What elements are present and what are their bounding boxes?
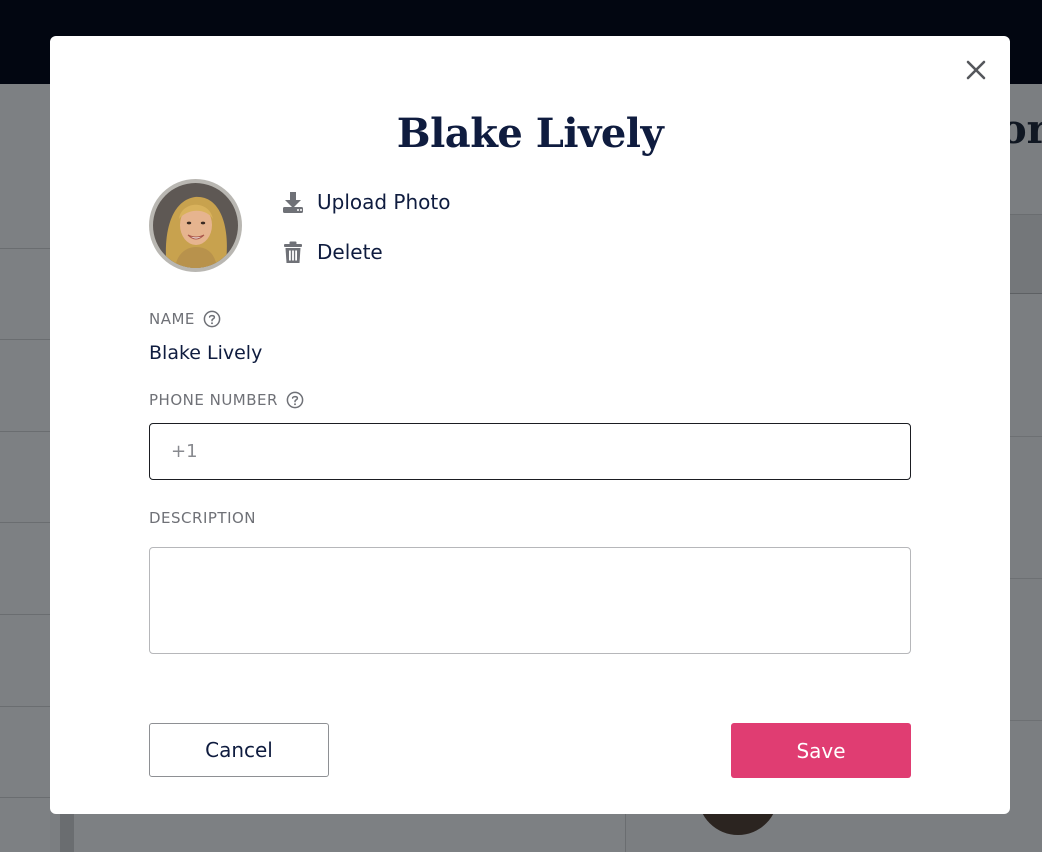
cancel-button[interactable]: Cancel: [149, 723, 329, 777]
app-right-list: [1010, 84, 1042, 852]
description-label-text: DESCRIPTION: [149, 509, 257, 527]
contact-avatar: [149, 179, 242, 272]
description-field-label: DESCRIPTION: [149, 509, 256, 527]
description-input[interactable]: [149, 547, 911, 654]
upload-photo-label: Upload Photo: [317, 190, 451, 214]
avatar-photo: [153, 183, 238, 268]
phone-label-text: PHONE NUMBER: [149, 391, 278, 409]
name-label-text: NAME: [149, 310, 195, 328]
app-bottom-panel: [60, 814, 626, 852]
phone-number-input[interactable]: [149, 423, 911, 480]
delete-photo-button[interactable]: Delete: [281, 240, 383, 264]
app-left-list: [0, 84, 50, 852]
upload-photo-button[interactable]: Upload Photo: [281, 190, 451, 214]
question-circle-icon[interactable]: [286, 391, 304, 409]
edit-contact-modal: Blake Lively Upload Photo Delete NAME Bl…: [50, 36, 1010, 814]
delete-photo-label: Delete: [317, 240, 383, 264]
phone-field-label: PHONE NUMBER: [149, 391, 304, 409]
modal-title: Blake Lively: [396, 110, 664, 157]
save-button[interactable]: Save: [731, 723, 911, 778]
question-circle-icon[interactable]: [203, 310, 221, 328]
close-button[interactable]: [962, 56, 990, 84]
close-icon: [966, 60, 986, 80]
name-value: Blake Lively: [149, 342, 263, 364]
download-tray-icon: [281, 190, 305, 214]
name-field-label: NAME: [149, 310, 221, 328]
trash-icon: [281, 240, 305, 264]
